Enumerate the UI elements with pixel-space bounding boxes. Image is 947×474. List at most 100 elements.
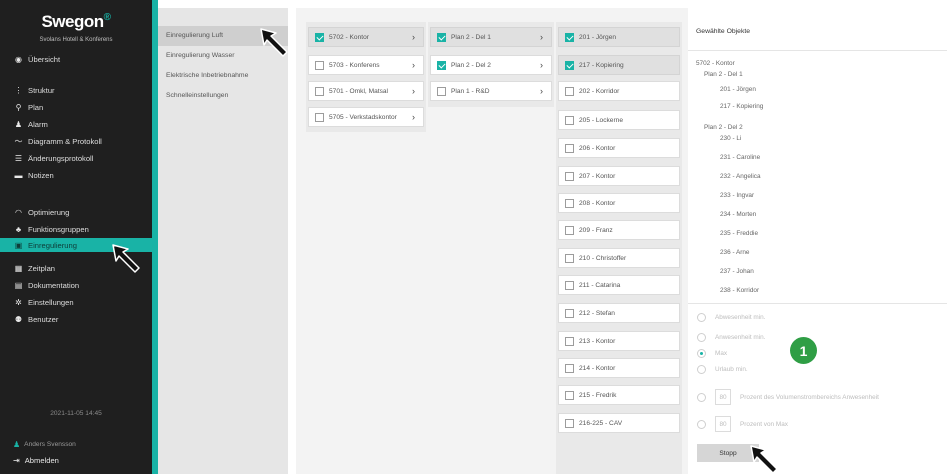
chevron-right-icon: ›: [412, 32, 415, 42]
room-label: 206 - Kontor: [579, 144, 616, 152]
checkbox[interactable]: [437, 86, 446, 96]
nav-item-aenderungsprotokoll[interactable]: ☰ Änderungsprotokoll: [0, 151, 152, 165]
radio[interactable]: [697, 419, 706, 429]
room-tile[interactable]: 212 - Stefan: [558, 303, 680, 323]
nav-item-struktur[interactable]: ⋮ Struktur: [0, 83, 152, 97]
nav-item-notizen[interactable]: ▬ Notizen: [0, 168, 152, 182]
checkbox-checked[interactable]: [565, 32, 574, 42]
plan-tile[interactable]: Plan 2 - Del 2 ›: [430, 55, 552, 75]
nav-item-alarm[interactable]: ♟ Alarm: [0, 117, 152, 131]
nav-label: Funktionsgruppen: [28, 224, 89, 234]
room-tile[interactable]: 205 - Lockerne: [558, 110, 680, 130]
checkbox-checked[interactable]: [565, 60, 574, 70]
radio[interactable]: [697, 365, 706, 374]
tree-item: 235 - Freddie: [720, 230, 759, 237]
room-tile[interactable]: 209 - Franz: [558, 220, 680, 240]
zone-label: 5705 - Verkstadskontor: [329, 113, 397, 121]
checkbox-checked[interactable]: [315, 32, 324, 42]
plan-tile[interactable]: Plan 1 - R&D ›: [430, 81, 552, 101]
room-tile[interactable]: 215 - Fredrik: [558, 385, 680, 405]
room-tile[interactable]: 211 - Catarina: [558, 275, 680, 295]
list-icon: ☰: [14, 153, 23, 163]
radio-selected[interactable]: [697, 349, 706, 358]
radio[interactable]: [697, 333, 706, 342]
logout-link[interactable]: ⇥ Abmelden: [13, 456, 59, 465]
option-anwesenheit[interactable]: Anwesenheit min.: [697, 333, 765, 342]
checkbox[interactable]: [565, 115, 574, 125]
checkbox[interactable]: [565, 225, 574, 235]
bell-icon: ♟: [14, 119, 23, 129]
room-tile[interactable]: 208 - Kontor: [558, 193, 680, 213]
checkbox[interactable]: [565, 390, 574, 400]
current-user[interactable]: ♟ Anders Svensson: [13, 440, 76, 449]
nav-item-plan[interactable]: ⚲ Plan: [0, 100, 152, 114]
zone-tile[interactable]: 5701 - Omkl, Matsal ›: [308, 81, 424, 101]
checkbox[interactable]: [315, 60, 324, 70]
zone-tile[interactable]: 5702 - Kontor ›: [308, 27, 424, 47]
logout-icon: ⇥: [13, 456, 20, 465]
room-tile[interactable]: 207 - Kontor: [558, 166, 680, 186]
room-label: 202 - Korridor: [579, 87, 620, 95]
percent-flow-input[interactable]: 80: [715, 389, 731, 405]
checkbox[interactable]: [565, 143, 574, 153]
room-label: 211 - Catarina: [579, 281, 621, 289]
checkbox-checked[interactable]: [437, 60, 446, 70]
nav-item-dokumentation[interactable]: ▤ Dokumentation: [0, 278, 152, 292]
option-percent-flow[interactable]: 80 Prozent des Volumenstrombereichs Anwes…: [697, 389, 879, 405]
room-tile[interactable]: 201 - Jörgen: [558, 27, 680, 47]
room-label: 208 - Kontor: [579, 199, 616, 207]
checkbox[interactable]: [315, 112, 324, 122]
nav-item-funktionsgruppen[interactable]: ♣ Funktionsgruppen: [0, 222, 152, 236]
room-tile[interactable]: 217 - Kopiering: [558, 55, 680, 75]
checkbox[interactable]: [565, 171, 574, 181]
checkbox[interactable]: [565, 280, 574, 290]
submenu-item-schnell[interactable]: Schnelleinstellungen: [158, 86, 288, 106]
nav-item-benutzer[interactable]: ⚉ Benutzer: [0, 312, 152, 326]
room-tile[interactable]: 210 - Christoffer: [558, 248, 680, 268]
radio[interactable]: [697, 392, 706, 402]
checkbox[interactable]: [565, 253, 574, 263]
tree-item: Plan 2 - Del 2: [704, 124, 743, 131]
option-abwesenheit[interactable]: Abwesenheit min.: [697, 313, 765, 322]
nav-label: Plan: [28, 102, 44, 112]
room-label: 209 - Franz: [579, 226, 613, 234]
room-tile[interactable]: 216-225 - CAV: [558, 413, 680, 433]
radio[interactable]: [697, 313, 706, 322]
checkbox[interactable]: [565, 86, 574, 96]
checkbox-checked[interactable]: [437, 32, 446, 42]
chart-line-icon: 〜: [14, 136, 23, 146]
checkbox[interactable]: [565, 336, 574, 346]
nav-item-einstellungen[interactable]: ✲ Einstellungen: [0, 295, 152, 309]
room-tile[interactable]: 202 - Korridor: [558, 81, 680, 101]
room-tile[interactable]: 213 - Kontor: [558, 331, 680, 351]
nav-item-uebersicht[interactable]: ◉ Übersicht: [0, 52, 152, 66]
plan-tile[interactable]: Plan 2 - Del 1 ›: [430, 27, 552, 47]
option-urlaub[interactable]: Urlaub min.: [697, 365, 748, 374]
nav-label: Dokumentation: [28, 280, 80, 290]
checkbox[interactable]: [565, 308, 574, 318]
tree-item: 233 - Ingvar: [720, 192, 755, 199]
plan-label: Plan 1 - R&D: [451, 87, 490, 95]
option-label: Prozent des Volumenstrombereichs Anwesen…: [740, 393, 879, 401]
tree-item: 232 - Angelica: [720, 173, 761, 180]
zone-tile[interactable]: 5705 - Verkstadskontor ›: [308, 107, 424, 127]
checkbox[interactable]: [315, 86, 324, 96]
submenu-item-elektrisch[interactable]: Elektrische Inbetriebnahme: [158, 66, 288, 86]
percent-max-input[interactable]: 80: [715, 416, 731, 432]
option-percent-max[interactable]: 80 Prozent von Max: [697, 416, 788, 432]
room-tile[interactable]: 206 - Kontor: [558, 138, 680, 158]
arrow-pointer-icon: [112, 244, 140, 273]
divider: [688, 50, 947, 51]
checkbox[interactable]: [565, 418, 574, 428]
nav-item-optimierung[interactable]: ◠ Optimierung: [0, 205, 152, 219]
checkbox[interactable]: [565, 363, 574, 373]
zone-tile[interactable]: 5703 - Konferens ›: [308, 55, 424, 75]
nav-item-diagramm[interactable]: 〜 Diagramm & Protokoll: [0, 134, 152, 148]
room-label: 201 - Jörgen: [579, 33, 617, 41]
structure-icon: ⋮: [14, 85, 23, 95]
room-tile[interactable]: 214 - Kontor: [558, 358, 680, 378]
nav-label: Diagramm & Protokoll: [28, 136, 102, 146]
option-max[interactable]: Max: [697, 349, 727, 358]
checkbox[interactable]: [565, 198, 574, 208]
